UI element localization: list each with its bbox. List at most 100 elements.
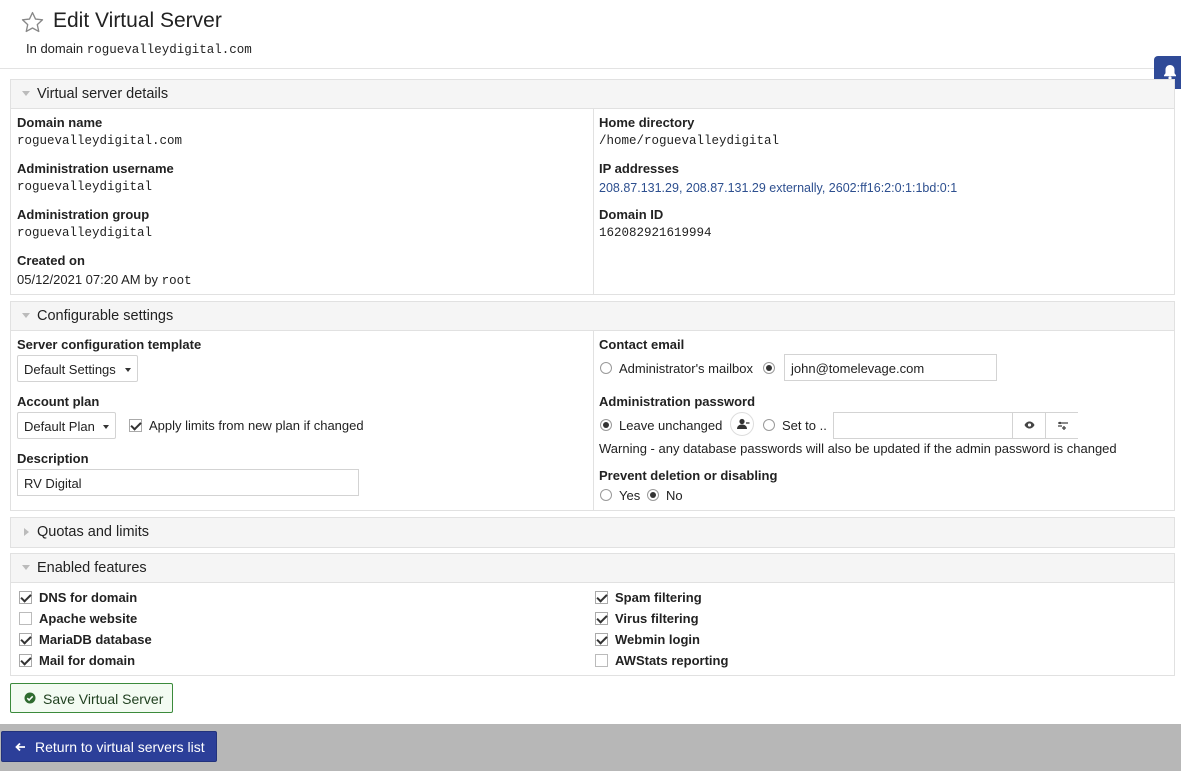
page-header: Edit Virtual Server In domain roguevalle… bbox=[0, 0, 1181, 69]
generate-password-button[interactable] bbox=[1045, 413, 1078, 438]
admin-password-label: Administration password bbox=[599, 394, 756, 409]
feature-label-virus: Virus filtering bbox=[615, 611, 699, 626]
features-panel: Enabled features DNS for domain Apache w… bbox=[10, 553, 1175, 676]
collapse-caret-icon bbox=[22, 565, 30, 570]
contact-mailbox-label: Administrator's mailbox bbox=[619, 361, 753, 376]
feature-label-spam: Spam filtering bbox=[615, 590, 702, 605]
config-panel-header[interactable]: Configurable settings bbox=[11, 302, 1174, 331]
account-plan-select[interactable]: Default Plan bbox=[17, 412, 116, 439]
feature-checkbox-virus[interactable] bbox=[595, 612, 608, 625]
password-set-radio[interactable] bbox=[763, 419, 775, 431]
column-divider bbox=[593, 331, 594, 511]
feature-label-awstats: AWStats reporting bbox=[615, 653, 729, 668]
created-on-value: 05/12/2021 07:20 AM by root bbox=[17, 272, 192, 288]
feature-checkbox-spam[interactable] bbox=[595, 591, 608, 604]
admin-group-label: Administration group bbox=[17, 207, 150, 222]
star-icon[interactable] bbox=[20, 10, 45, 35]
collapse-caret-icon bbox=[22, 313, 30, 318]
config-panel-body: Server configuration template Default Se… bbox=[11, 331, 1174, 511]
description-input[interactable]: RV Digital bbox=[17, 469, 359, 496]
feature-label-dns: DNS for domain bbox=[39, 590, 138, 605]
feature-label-apache: Apache website bbox=[39, 611, 138, 626]
features-section-title: Enabled features bbox=[37, 560, 147, 576]
return-to-list-button[interactable]: Return to virtual servers list bbox=[1, 731, 217, 762]
config-section-title: Configurable settings bbox=[37, 308, 174, 324]
domain-name-value: roguevalleydigital.com bbox=[17, 134, 183, 148]
dropdown-arrow-icon bbox=[125, 368, 131, 372]
admin-username-label: Administration username bbox=[17, 161, 174, 176]
account-plan-select-value: Default Plan bbox=[24, 419, 95, 434]
ip-addresses-label: IP addresses bbox=[599, 161, 679, 176]
template-select[interactable]: Default Settings bbox=[17, 355, 138, 382]
created-on-datetime: 05/12/2021 07:20 AM by bbox=[17, 272, 158, 287]
check-circle-icon bbox=[24, 692, 36, 704]
quotas-panel-header[interactable]: Quotas and limits bbox=[11, 518, 1174, 547]
prevent-yes-label: Yes bbox=[619, 488, 641, 503]
collapse-caret-icon bbox=[22, 91, 30, 96]
contact-email-radio[interactable] bbox=[763, 362, 775, 374]
apply-limits-checkbox[interactable] bbox=[129, 419, 142, 432]
prevent-no-radio[interactable] bbox=[647, 489, 659, 501]
expand-caret-icon bbox=[24, 528, 29, 536]
feature-label-mail: Mail for domain bbox=[39, 653, 136, 668]
ip-addresses-link[interactable]: 208.87.131.29, 208.87.131.29 externally,… bbox=[599, 181, 957, 195]
feature-label-webmin: Webmin login bbox=[615, 632, 700, 647]
save-virtual-server-button[interactable]: Save Virtual Server bbox=[10, 683, 173, 713]
show-password-button[interactable] bbox=[1012, 413, 1045, 438]
feature-checkbox-mariadb[interactable] bbox=[19, 633, 32, 646]
subtitle-prefix: In domain bbox=[26, 41, 84, 56]
contact-email-label: Contact email bbox=[599, 337, 685, 352]
description-label: Description bbox=[17, 451, 89, 466]
dropdown-arrow-icon bbox=[103, 425, 109, 429]
password-leave-label: Leave unchanged bbox=[619, 418, 723, 433]
password-warning-text: Warning - any database passwords will al… bbox=[599, 441, 1117, 456]
prevent-no-label: No bbox=[666, 488, 683, 503]
features-panel-header[interactable]: Enabled features bbox=[11, 554, 1174, 583]
admin-username-value: roguevalleydigital bbox=[17, 180, 153, 194]
bell-icon bbox=[1164, 65, 1176, 80]
key-generate-icon bbox=[1058, 421, 1068, 430]
save-button-label: Save Virtual Server bbox=[43, 691, 164, 707]
domain-id-label: Domain ID bbox=[599, 207, 664, 222]
feature-checkbox-webmin[interactable] bbox=[595, 633, 608, 646]
feature-checkbox-dns[interactable] bbox=[19, 591, 32, 604]
password-leave-radio[interactable] bbox=[600, 419, 612, 431]
details-panel-body: Domain name roguevalleydigital.com Admin… bbox=[11, 109, 1174, 295]
features-panel-body: DNS for domain Apache website MariaDB da… bbox=[11, 583, 1174, 676]
password-input[interactable] bbox=[833, 412, 1078, 439]
eye-icon bbox=[1024, 421, 1035, 429]
subtitle-domain: roguevalleydigital.com bbox=[86, 43, 252, 57]
show-user-password-button[interactable] bbox=[730, 412, 754, 436]
details-panel: Virtual server details Domain name rogue… bbox=[10, 79, 1175, 295]
prevent-deletion-label: Prevent deletion or disabling bbox=[599, 468, 778, 483]
user-key-icon bbox=[737, 418, 750, 429]
page-title: Edit Virtual Server bbox=[53, 9, 222, 32]
domain-id-value: 162082921619994 bbox=[599, 226, 712, 240]
template-label: Server configuration template bbox=[17, 337, 202, 352]
quotas-section-title: Quotas and limits bbox=[37, 524, 150, 540]
config-panel: Configurable settings Server configurati… bbox=[10, 301, 1175, 511]
quotas-panel: Quotas and limits bbox=[10, 517, 1175, 548]
contact-mailbox-radio[interactable] bbox=[600, 362, 612, 374]
template-select-value: Default Settings bbox=[24, 362, 116, 377]
details-panel-header[interactable]: Virtual server details bbox=[11, 80, 1174, 109]
created-by-user: root bbox=[161, 274, 192, 288]
feature-label-mariadb: MariaDB database bbox=[39, 632, 152, 647]
domain-name-label: Domain name bbox=[17, 115, 103, 130]
prevent-yes-radio[interactable] bbox=[600, 489, 612, 501]
created-on-label: Created on bbox=[17, 253, 85, 268]
apply-limits-label: Apply limits from new plan if changed bbox=[149, 418, 364, 433]
home-directory-value: /home/roguevalleydigital bbox=[599, 134, 780, 148]
return-button-label: Return to virtual servers list bbox=[35, 739, 205, 755]
feature-checkbox-apache[interactable] bbox=[19, 612, 32, 625]
feature-checkbox-awstats[interactable] bbox=[595, 654, 608, 667]
arrow-left-icon bbox=[15, 742, 25, 752]
home-directory-label: Home directory bbox=[599, 115, 695, 130]
admin-group-value: roguevalleydigital bbox=[17, 226, 153, 240]
contact-email-input[interactable]: john@tomelevage.com bbox=[784, 354, 997, 381]
feature-checkbox-mail[interactable] bbox=[19, 654, 32, 667]
column-divider bbox=[593, 109, 594, 295]
details-section-title: Virtual server details bbox=[37, 86, 169, 102]
password-set-label: Set to .. bbox=[782, 418, 827, 433]
account-plan-label: Account plan bbox=[17, 394, 100, 409]
